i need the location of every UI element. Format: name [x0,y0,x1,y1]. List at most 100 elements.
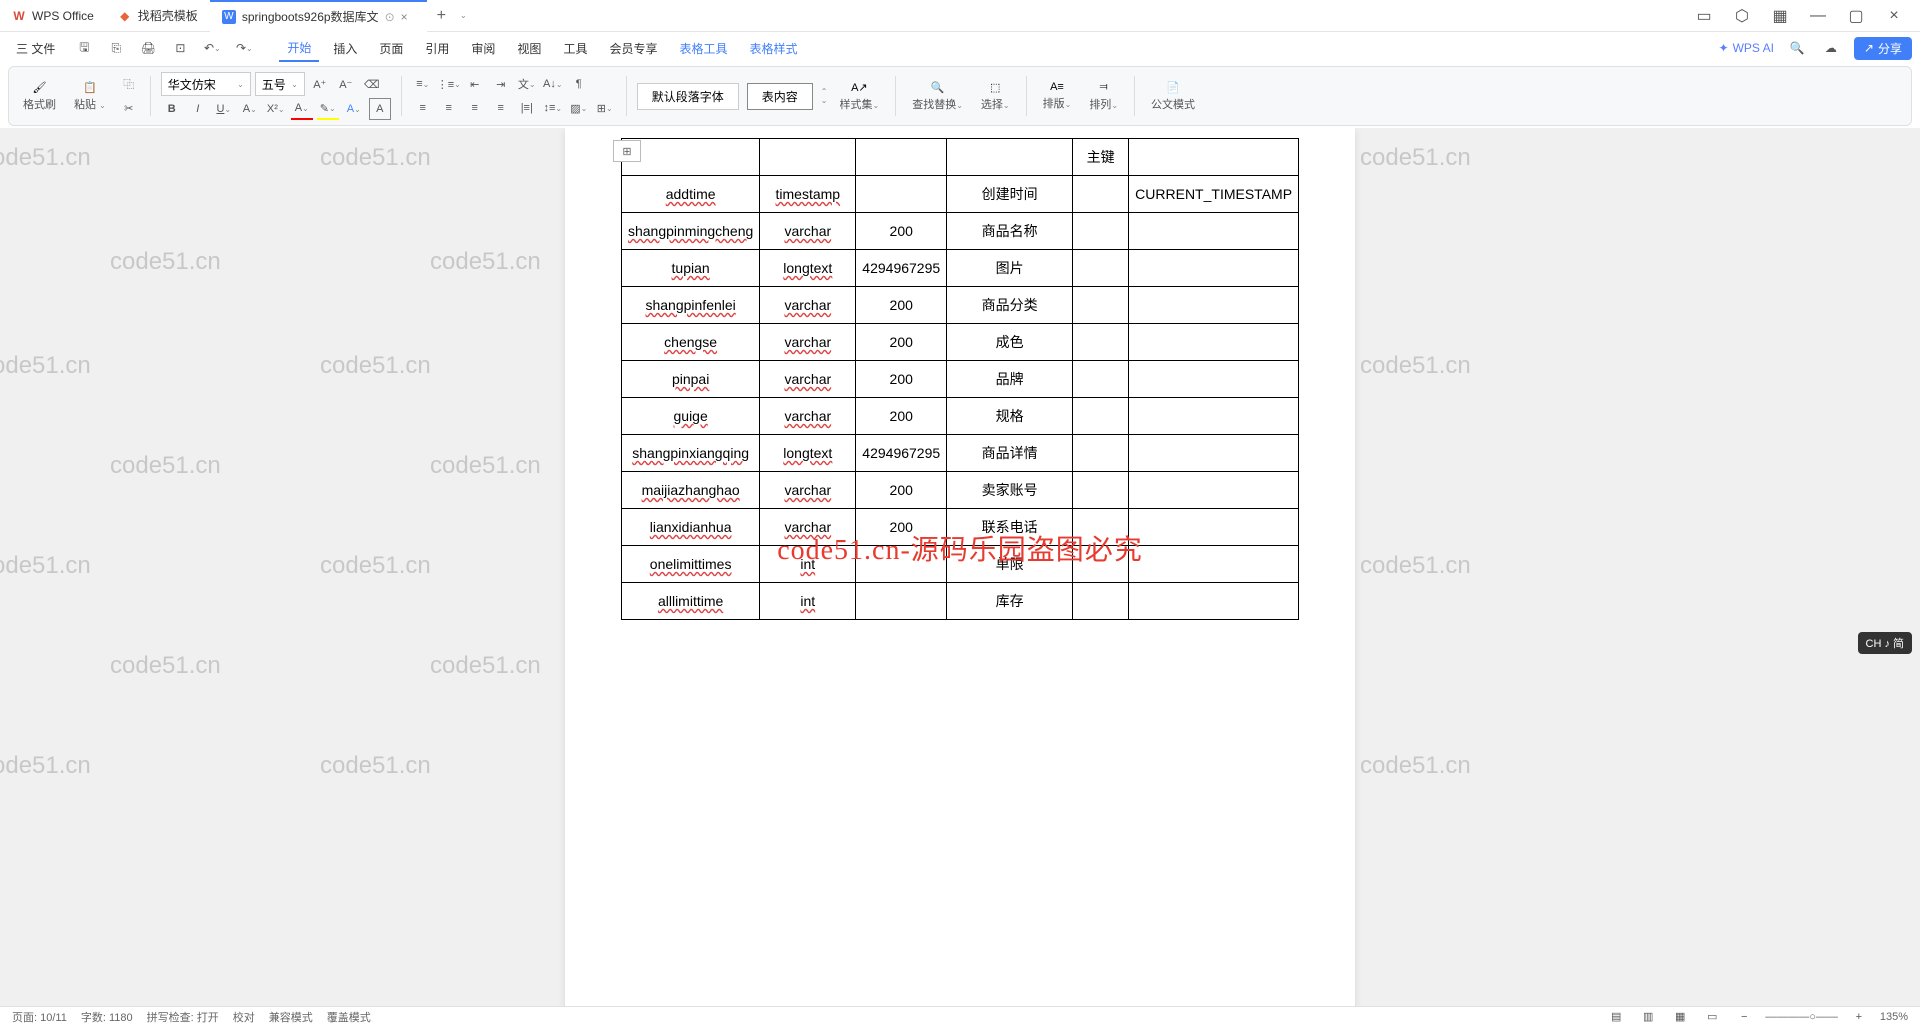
table-cell[interactable] [1073,287,1129,324]
page-nav-button[interactable]: ⊞ [613,140,641,162]
undo-icon[interactable]: ↶⌄ [201,37,223,59]
status-spell[interactable]: 拼写检查: 打开 [147,1009,219,1025]
table-row[interactable]: tupianlongtext4294967295图片 [621,250,1298,287]
ime-indicator[interactable]: CH ♪ 简 [1858,632,1913,654]
superscript-icon[interactable]: X²⌄ [265,98,287,120]
zoom-in-icon[interactable]: + [1848,1006,1870,1028]
font-name-select[interactable]: 华文仿宋⌄ [161,72,251,96]
table-row[interactable]: onelimittimesint单限 [621,546,1298,583]
table-cell[interactable] [1129,324,1299,361]
italic-icon[interactable]: I [187,98,209,120]
sort-icon[interactable]: A↓⌄ [542,73,564,95]
table-cell[interactable] [1129,213,1299,250]
table-cell[interactable]: int [760,546,856,583]
menu-start[interactable]: 开始 [279,35,319,62]
tab-document[interactable]: W springboots926p数据库文 ⊙ × [210,0,427,32]
table-cell[interactable] [1073,546,1129,583]
table-row[interactable]: shangpinmingchengvarchar200商品名称 [621,213,1298,250]
table-cell[interactable]: pinpai [621,361,759,398]
strike-icon[interactable]: A⌄ [239,98,261,120]
border-icon[interactable]: ⊞⌄ [594,97,616,119]
table-cell[interactable]: longtext [760,435,856,472]
add-tab-button[interactable]: + [427,7,456,25]
char-border-icon[interactable]: A [369,98,391,120]
table-cell[interactable]: alllimittime [621,583,759,620]
table-cell[interactable]: varchar [760,213,856,250]
preview-icon[interactable]: ⊡ [169,37,191,59]
tab-menu-arrow-icon[interactable]: ⌄ [460,11,467,20]
zoom-out-icon[interactable]: − [1733,1006,1755,1028]
table-cell[interactable] [1073,472,1129,509]
export-icon[interactable]: ⎘ [105,37,127,59]
menu-review[interactable]: 审阅 [463,36,503,61]
minimize-icon[interactable]: — [1806,4,1830,28]
decrease-font-icon[interactable]: A⁻ [335,73,357,95]
table-cell[interactable]: 商品分类 [947,287,1073,324]
table-cell[interactable]: tupian [621,250,759,287]
highlight-icon[interactable]: ✎⌄ [317,98,339,120]
cloud-icon[interactable]: ☁ [1820,37,1842,59]
indent-icon[interactable]: ⇥ [490,73,512,95]
table-cell[interactable]: 200 [856,213,947,250]
close-window-icon[interactable]: × [1882,4,1906,28]
table-cell[interactable]: 200 [856,472,947,509]
increase-font-icon[interactable]: A⁺ [309,73,331,95]
redo-icon[interactable]: ↷⌄ [233,37,255,59]
table-cell[interactable] [1129,398,1299,435]
search-icon[interactable]: 🔍 [1786,37,1808,59]
document-page[interactable]: ⊞ 主键 addtimetimestamp创建时间CURRENT_TIMESTA… [565,128,1355,1006]
view-read-icon[interactable]: ▭ [1701,1006,1723,1028]
window-pin-icon[interactable]: ▭ [1692,4,1716,28]
table-cell[interactable]: 联系电话 [947,509,1073,546]
table-cell[interactable] [1073,213,1129,250]
asian-layout-icon[interactable]: 文⌄ [516,73,538,95]
table-row[interactable]: shangpinfenleivarchar200商品分类 [621,287,1298,324]
format-brush-button[interactable]: 🖌 格式刷 [17,81,62,112]
table-cell[interactable] [1129,509,1299,546]
table-cell[interactable] [856,176,947,213]
table-cell[interactable]: 卖家账号 [947,472,1073,509]
table-cell[interactable]: onelimittimes [621,546,759,583]
table-cell[interactable]: 库存 [947,583,1073,620]
distribute-icon[interactable]: |≡| [516,97,538,119]
table-cell[interactable]: guige [621,398,759,435]
table-cell[interactable]: 创建时间 [947,176,1073,213]
style-default[interactable]: 默认段落字体 [637,83,739,110]
table-cell[interactable]: 4294967295 [856,250,947,287]
table-row[interactable]: alllimittimeint库存 [621,583,1298,620]
clear-format-icon[interactable]: ⌫ [361,73,383,95]
status-compat[interactable]: 兼容模式 [269,1009,313,1025]
line-spacing-icon[interactable]: ↕≡⌄ [542,97,564,119]
table-cell[interactable] [856,583,947,620]
table-cell[interactable] [1129,546,1299,583]
table-cell[interactable]: varchar [760,361,856,398]
table-row[interactable]: lianxidianhuavarchar200联系电话 [621,509,1298,546]
share-button[interactable]: ↗ 分享 [1854,37,1912,60]
table-cell[interactable] [1073,583,1129,620]
underline-icon[interactable]: U⌄ [213,98,235,120]
font-effect-icon[interactable]: A⌄ [343,98,365,120]
table-cell[interactable] [1129,583,1299,620]
table-cell[interactable]: 200 [856,361,947,398]
table-cell[interactable] [1129,250,1299,287]
avatar-icon[interactable]: ▦ [1768,4,1792,28]
table-cell[interactable]: 200 [856,509,947,546]
save-icon[interactable]: 🖫 [73,37,95,59]
table-cell[interactable] [1073,324,1129,361]
table-row[interactable]: shangpinxiangqinglongtext4294967295商品详情 [621,435,1298,472]
align-right-icon[interactable]: ≡ [464,97,486,119]
table-cell[interactable]: 商品名称 [947,213,1073,250]
view-print-icon[interactable]: ▤ [1605,1006,1627,1028]
table-cell[interactable]: addtime [621,176,759,213]
table-cell[interactable]: 规格 [947,398,1073,435]
style-up-icon[interactable]: ⌃ [821,87,828,96]
table-cell[interactable] [856,546,947,583]
zoom-level[interactable]: 135% [1880,1011,1908,1023]
table-cell[interactable]: maijiazhanghao [621,472,759,509]
align-center-icon[interactable]: ≡ [438,97,460,119]
table-cell[interactable]: longtext [760,250,856,287]
table-cell[interactable]: timestamp [760,176,856,213]
status-insert[interactable]: 覆盖模式 [327,1009,371,1025]
menu-insert[interactable]: 插入 [325,36,365,61]
style-body[interactable]: 表内容 [747,83,813,110]
